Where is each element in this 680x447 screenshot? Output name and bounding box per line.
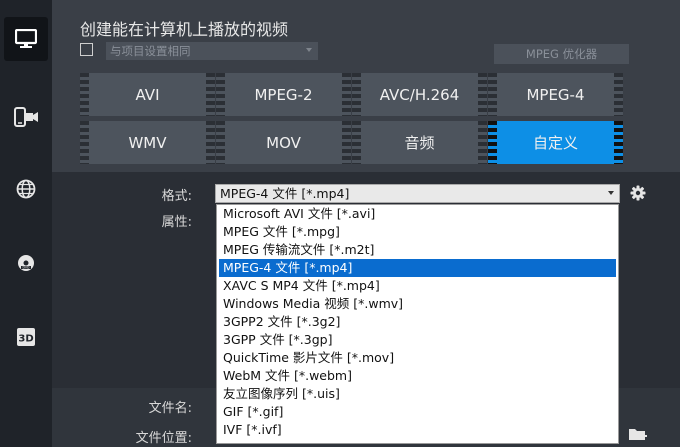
chevron-down-icon: [306, 48, 312, 52]
film-strip-right: [478, 121, 487, 164]
dropdown-option-mp4[interactable]: MPEG-4 文件 [*.mp4]: [219, 259, 616, 277]
disc-icon: DVD: [18, 255, 34, 271]
chevron-down-icon: [608, 191, 614, 195]
svg-text:DVD: DVD: [22, 266, 30, 270]
format-button-audio[interactable]: 音频: [352, 121, 487, 164]
file-location-label: 文件位置:: [135, 431, 192, 446]
dropdown-option-wmv[interactable]: Windows Media 视频 [*.wmv]: [219, 295, 616, 313]
format-select-value: MPEG-4 文件 [*.mp4]: [220, 186, 350, 201]
format-button-avc-h264[interactable]: AVC/H.264: [352, 73, 487, 116]
3d-icon: 3D: [17, 328, 35, 346]
dropdown-option-ivf[interactable]: IVF [*.ivf]: [219, 421, 616, 439]
monitor-icon: [15, 29, 37, 48]
film-strip-right: [614, 73, 623, 116]
same-as-project-checkbox[interactable]: [80, 43, 93, 56]
film-strip-left: [216, 121, 225, 164]
filename-label: 文件名:: [148, 401, 192, 416]
dropdown-option-mpg[interactable]: MPEG 文件 [*.mpg]: [219, 223, 616, 241]
format-label: AVC/H.264: [379, 85, 460, 104]
sidebar-item-device[interactable]: [4, 95, 48, 139]
format-button-avi[interactable]: AVI: [80, 73, 215, 116]
svg-text:3D: 3D: [18, 334, 33, 345]
film-strip-left: [216, 73, 225, 116]
dropdown-option-gif[interactable]: GIF [*.gif]: [219, 403, 616, 421]
sidebar-item-web[interactable]: [4, 167, 48, 211]
format-label: 音频: [404, 134, 435, 152]
properties-label: 属性:: [161, 215, 192, 230]
settings-button[interactable]: [630, 185, 646, 205]
film-strip-right: [614, 121, 623, 164]
sidebar-item-3d[interactable]: 3D: [4, 315, 48, 359]
film-strip-left: [488, 121, 497, 164]
film-strip-right: [478, 73, 487, 116]
format-panel: 创建能在计算机上播放的视频 与项目设置相同 MPEG 优化器 AVI MPEG-…: [52, 0, 680, 172]
project-settings-label: 与项目设置相同: [110, 44, 191, 58]
format-button-wmv[interactable]: WMV: [80, 121, 215, 164]
format-button-mpeg4[interactable]: MPEG-4: [488, 73, 623, 116]
dropdown-option-uis[interactable]: 友立图像序列 [*.uis]: [219, 385, 616, 403]
sidebar-item-disc[interactable]: DVD: [4, 241, 48, 285]
sidebar-item-computer[interactable]: [4, 17, 48, 61]
format-label: 自定义: [532, 134, 578, 152]
format-label: MPEG-2: [254, 85, 313, 104]
film-strip-right: [206, 73, 215, 116]
format-dropdown-list: Microsoft AVI 文件 [*.avi] MPEG 文件 [*.mpg]…: [216, 204, 619, 444]
mpeg-optimizer-button: MPEG 优化器: [494, 44, 629, 64]
format-label: MPEG-4: [526, 85, 585, 104]
format-label: MOV: [266, 133, 301, 152]
film-strip-left: [352, 121, 361, 164]
format-label: WMV: [128, 133, 167, 152]
film-strip-left: [80, 121, 89, 164]
dropdown-option-xavc-mp4[interactable]: XAVC S MP4 文件 [*.mp4]: [219, 277, 616, 295]
sidebar: DVD 3D: [0, 0, 52, 447]
project-settings-select: 与项目设置相同: [106, 42, 318, 60]
browse-folder-button[interactable]: [628, 426, 648, 446]
film-strip-right: [342, 73, 351, 116]
dropdown-option-3gp[interactable]: 3GPP 文件 [*.3gp]: [219, 331, 616, 349]
page-title: 创建能在计算机上播放的视频: [80, 20, 289, 39]
format-button-custom[interactable]: 自定义: [488, 121, 623, 164]
format-button-mov[interactable]: MOV: [216, 121, 351, 164]
globe-icon: [16, 179, 36, 199]
film-strip-right: [206, 121, 215, 164]
format-label: 格式:: [161, 189, 192, 204]
dropdown-option-mov[interactable]: QuickTime 影片文件 [*.mov]: [219, 349, 616, 367]
film-strip-right: [342, 121, 351, 164]
format-button-mpeg2[interactable]: MPEG-2: [216, 73, 351, 116]
dropdown-option-m2t[interactable]: MPEG 传输流文件 [*.m2t]: [219, 241, 616, 259]
device-icon: [14, 107, 38, 127]
film-strip-left: [488, 73, 497, 116]
film-strip-left: [80, 73, 89, 116]
dropdown-option-avi[interactable]: Microsoft AVI 文件 [*.avi]: [219, 205, 616, 223]
format-label: AVI: [135, 85, 160, 104]
format-select[interactable]: MPEG-4 文件 [*.mp4]: [215, 184, 620, 203]
folder-add-icon: [629, 429, 647, 440]
gear-icon: [630, 185, 646, 201]
dropdown-option-3g2[interactable]: 3GPP2 文件 [*.3g2]: [219, 313, 616, 331]
film-strip-left: [352, 73, 361, 116]
main-area: 创建能在计算机上播放的视频 与项目设置相同 MPEG 优化器 AVI MPEG-…: [52, 0, 680, 447]
dropdown-option-webm[interactable]: WebM 文件 [*.webm]: [219, 367, 616, 385]
